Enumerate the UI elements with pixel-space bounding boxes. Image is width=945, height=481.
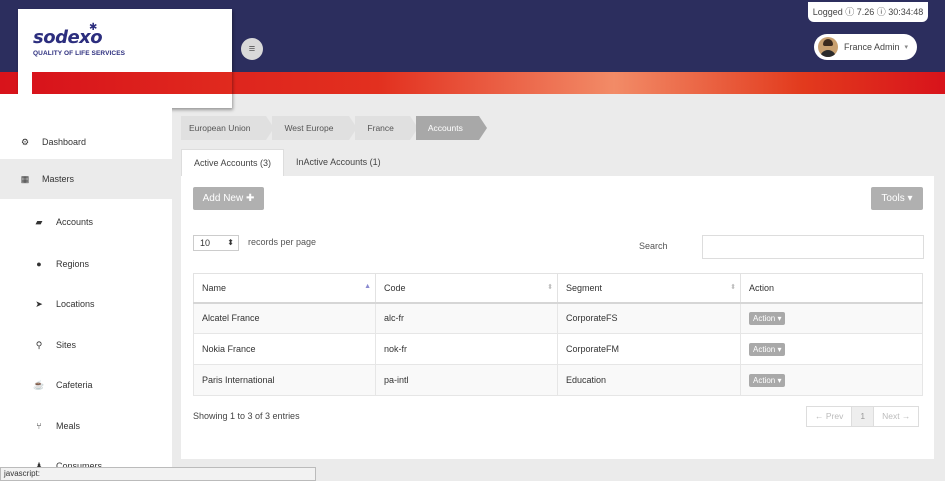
sidebar-item-label: Sites [56, 340, 77, 350]
table-header-row: Name ▲ Code ⬍ Segment ⬍ Action [193, 273, 923, 304]
chevron-down-icon: ▾ [907, 193, 913, 204]
sidebar-item-label: Masters [42, 174, 75, 184]
logo-card-stripe [32, 72, 232, 94]
hamburger-icon[interactable]: ≡ [241, 38, 263, 60]
tools-button[interactable]: Tools ▾ [871, 187, 923, 210]
column-label: Name [202, 282, 227, 293]
account-tabs: Active Accounts (3) InActive Accounts (1… [181, 149, 393, 177]
breadcrumb-item[interactable]: European Union [181, 116, 275, 140]
sidebar-item-locations[interactable]: ➤ Locations [0, 284, 172, 324]
sidebar-item-label: Locations [56, 299, 95, 309]
user-name: France Admin [844, 42, 900, 52]
table-row: Nokia France nok-fr CorporateFM Action ▾ [193, 333, 923, 365]
column-label: Action [749, 282, 775, 293]
chevron-down-icon: ▾ [904, 44, 909, 51]
column-label: Segment [566, 282, 603, 293]
sort-asc-icon: ▲ [364, 283, 371, 290]
sort-icon: ⬍ [547, 284, 553, 291]
plus-icon: ✚ [245, 193, 255, 204]
cell-action: Action ▾ [740, 302, 923, 334]
briefcase-icon: ▰ [35, 216, 43, 227]
column-label: Code [384, 282, 406, 293]
table-info: Showing 1 to 3 of 3 entries [193, 411, 300, 421]
row-action-button[interactable]: Action ▾ [749, 342, 786, 356]
chevron-down-icon: ▾ [777, 375, 782, 385]
accounts-table: Name ▲ Code ⬍ Segment ⬍ Action Alcatel F… [193, 273, 923, 396]
logged-time: Logged ⓘ 7.26 ⓘ 30:34:48 [808, 2, 928, 22]
column-header-code[interactable]: Code ⬍ [375, 273, 558, 304]
cell-name: Nokia France [193, 333, 376, 365]
cutlery-icon: ⑂ [36, 421, 42, 431]
location-arrow-icon: ➤ [35, 298, 43, 309]
dashboard-icon: ⚙ [20, 136, 30, 147]
add-new-button[interactable]: Add New ✚ [193, 187, 264, 210]
sidebar: ⚙ Dashboard ▦ Masters ▰ Accounts ● Regio… [0, 94, 172, 481]
page-length-select[interactable]: 10 ⬍ [193, 235, 239, 251]
breadcrumb-item[interactable]: West Europe [272, 116, 358, 140]
map-marker-icon: ⚲ [35, 339, 43, 350]
sidebar-item-masters[interactable]: ▦ Masters [0, 159, 172, 199]
tab-active-accounts[interactable]: Active Accounts (3) [181, 149, 285, 177]
sidebar-item-sites[interactable]: ⚲ Sites [0, 325, 172, 365]
coffee-icon: ☕ [33, 379, 45, 390]
sidebar-item-accounts[interactable]: ▰ Accounts [0, 202, 172, 242]
cell-action: Action ▾ [740, 364, 923, 396]
breadcrumb-item[interactable]: France [355, 116, 419, 140]
globe-icon: ● [36, 259, 42, 269]
accounts-panel: Add New ✚ Tools ▾ 10 ⬍ records per page … [181, 176, 934, 459]
cell-code: alc-fr [375, 302, 558, 334]
page-number-button[interactable]: 1 [852, 407, 875, 426]
table-row: Paris International pa-intl Education Ac… [193, 364, 923, 396]
cell-segment: CorporateFM [557, 333, 741, 365]
column-header-segment[interactable]: Segment ⬍ [557, 273, 741, 304]
sidebar-item-cafeteria[interactable]: ☕ Cafeteria [0, 365, 172, 405]
table-row: Alcatel France alc-fr CorporateFS Action… [193, 302, 923, 334]
cell-code: pa-intl [375, 364, 558, 396]
tools-label: Tools [881, 193, 905, 204]
sidebar-item-label: Dashboard [42, 137, 87, 147]
avatar [818, 37, 838, 57]
page-length-value: 10 [200, 238, 211, 248]
page-length-label: records per page [248, 237, 317, 247]
chevron-down-icon: ▾ [777, 313, 782, 323]
prev-page-button[interactable]: ← Prev [807, 407, 853, 426]
cell-action: Action ▾ [740, 333, 923, 365]
row-action-button[interactable]: Action ▾ [749, 373, 786, 387]
logo-star-icon: ✱ [89, 22, 98, 33]
row-action-button[interactable]: Action ▾ [749, 311, 786, 325]
sidebar-item-label: Cafeteria [56, 380, 93, 390]
cell-segment: Education [557, 364, 741, 396]
sidebar-item-label: Regions [56, 259, 90, 269]
breadcrumb-current: Accounts [415, 116, 487, 140]
search-label: Search [639, 241, 668, 251]
chevron-down-icon: ▾ [777, 344, 782, 354]
browser-status-bar: javascript: [0, 467, 316, 481]
breadcrumb: European Union West Europe France Accoun… [181, 116, 487, 140]
sidebar-item-meals[interactable]: ⑂ Meals [0, 406, 172, 446]
pagination: ← Prev 1 Next → [806, 406, 920, 427]
tab-inactive-accounts[interactable]: InActive Accounts (1) [284, 149, 393, 177]
cell-code: nok-fr [375, 333, 558, 365]
cell-name: Paris International [193, 364, 376, 396]
select-arrows-icon: ⬍ [227, 238, 234, 247]
action-label: Action [753, 375, 776, 385]
action-label: Action [753, 313, 776, 323]
next-page-button[interactable]: Next → [874, 407, 918, 426]
cell-name: Alcatel France [193, 302, 376, 334]
user-menu[interactable]: France Admin ▾ [814, 34, 917, 60]
sidebar-item-regions[interactable]: ● Regions [0, 244, 172, 284]
sort-icon: ⬍ [730, 284, 736, 291]
sidebar-item-dashboard[interactable]: ⚙ Dashboard [0, 122, 172, 162]
sidebar-item-label: Accounts [56, 217, 94, 227]
cell-segment: CorporateFS [557, 302, 741, 334]
grid-icon: ▦ [20, 173, 30, 184]
search-input[interactable] [702, 235, 924, 259]
sidebar-item-label: Meals [56, 421, 81, 431]
column-header-action: Action [740, 273, 923, 304]
action-label: Action [753, 344, 776, 354]
column-header-name[interactable]: Name ▲ [193, 273, 376, 304]
add-new-label: Add New [202, 193, 244, 204]
brand-tagline: QUALITY OF LIFE SERVICES [33, 50, 126, 57]
